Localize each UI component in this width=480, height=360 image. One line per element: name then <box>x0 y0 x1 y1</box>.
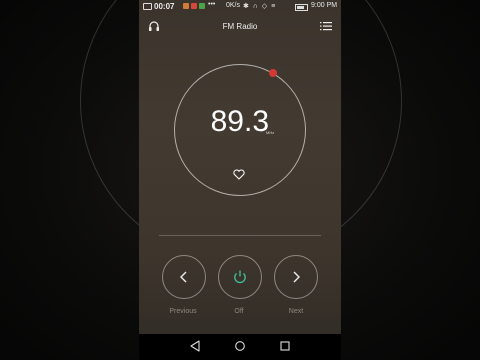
app-header: FM Radio <box>139 16 341 38</box>
frequency-unit: MHz <box>266 130 275 135</box>
next-label: Next <box>288 308 304 315</box>
back-triangle-icon[interactable] <box>189 340 201 352</box>
app-notification-icon <box>199 3 205 9</box>
station-list-icon[interactable] <box>320 21 332 31</box>
power-label: Off <box>234 308 244 315</box>
more-notifications-icon: ••• <box>208 1 216 8</box>
frequency-display: 89.3 <box>210 105 269 138</box>
next-station-button[interactable] <box>274 255 318 299</box>
chevron-right-icon <box>293 271 300 283</box>
divider <box>159 235 321 236</box>
status-time: 00:07 <box>154 2 175 11</box>
home-circle-icon[interactable] <box>234 340 246 352</box>
power-button[interactable] <box>218 255 262 299</box>
previous-label: Previous <box>169 308 197 315</box>
power-icon <box>234 270 246 284</box>
page-title: FM Radio <box>222 22 258 31</box>
app-notification-icon <box>183 3 189 9</box>
previous-station-button[interactable] <box>162 255 206 299</box>
status-bar: 00:07 ••• 0K/s ✱ ∩ ◇ ≡ 9:00 PM <box>139 0 341 14</box>
phone-screen: 00:07 ••• 0K/s ✱ ∩ ◇ ≡ 9:00 PM FM Radio … <box>139 0 341 360</box>
navigation-bar <box>139 334 341 360</box>
connectivity-icons: ✱ ∩ ◇ ≡ <box>243 3 277 10</box>
battery-icon <box>295 4 308 11</box>
network-speed: 0K/s <box>226 2 241 9</box>
status-clock: 9:00 PM <box>311 2 338 9</box>
tuning-marker[interactable] <box>269 69 277 77</box>
recents-square-icon[interactable] <box>279 340 291 352</box>
screen-record-icon <box>143 3 152 10</box>
app-notification-icon <box>191 3 197 9</box>
heart-outline-icon[interactable] <box>233 169 245 180</box>
chevron-left-icon <box>180 271 187 283</box>
